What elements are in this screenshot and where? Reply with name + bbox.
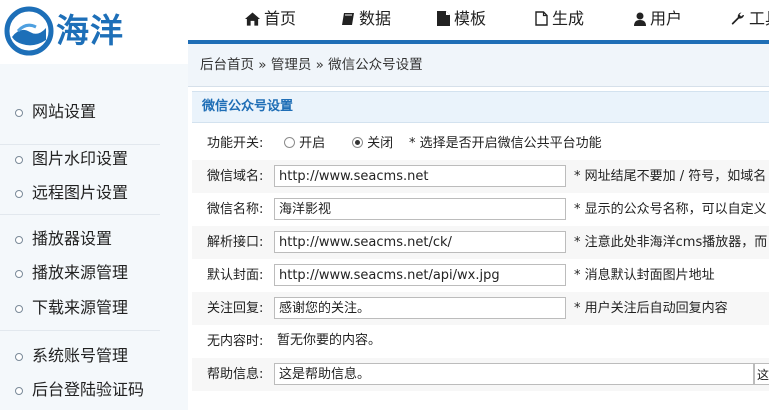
- user-icon: [634, 12, 646, 26]
- nav-item-label: 工具: [749, 9, 769, 28]
- wave-logo-icon: [4, 6, 54, 56]
- api-input[interactable]: http://www.seacms.net/ck/: [274, 231, 566, 253]
- home-icon: [245, 12, 260, 26]
- circle-bullet-icon: [15, 190, 23, 198]
- main-content: 微信公众号设置 功能开关: 开启 关闭 * 选择是否开启微信公共平台功能 微信域…: [188, 87, 769, 410]
- domain-input[interactable]: http://www.seacms.net: [274, 165, 566, 187]
- circle-bullet-icon: [15, 109, 23, 117]
- sidebar-item-play-sources[interactable]: 播放来源管理: [0, 257, 188, 289]
- help-label: 帮助信息:: [207, 367, 264, 382]
- nav-item-label: 用户: [650, 9, 683, 28]
- nav-item-generate[interactable]: 生成: [535, 0, 584, 40]
- section-header: 微信公众号设置: [192, 91, 769, 123]
- radio-off[interactable]: 关闭: [352, 127, 393, 160]
- form-row-switch: 功能开关: 开启 关闭 * 选择是否开启微信公共平台功能: [192, 127, 769, 160]
- circle-bullet-icon: [15, 236, 23, 244]
- follow-reply-label: 关注回复:: [207, 301, 264, 316]
- logo[interactable]: 海洋: [0, 0, 188, 64]
- book-icon: [342, 13, 354, 25]
- sidebar-item-remote-images[interactable]: 远程图片设置: [0, 177, 188, 209]
- nav-item-label: 生成: [552, 9, 585, 28]
- section-title: 微信公众号设置: [202, 99, 294, 114]
- help-input[interactable]: 这是帮助信息。: [274, 363, 754, 385]
- form-row-cover: 默认封面: http://www.seacms.net/api/wx.jpg *…: [192, 259, 769, 292]
- name-input[interactable]: 海洋影视: [274, 198, 566, 220]
- wrench-icon: [731, 12, 744, 25]
- document-outline-icon: [535, 11, 548, 26]
- nav-item-template[interactable]: 模板: [437, 0, 486, 40]
- circle-bullet-icon: [15, 305, 23, 313]
- sidebar-divider: [0, 330, 160, 331]
- follow-reply-input[interactable]: 感谢您的关注。: [274, 297, 566, 319]
- breadcrumb-bar: 后台首页 » 管理员 » 微信公众号设置: [188, 44, 769, 87]
- no-content-input[interactable]: 暂无你要的内容。: [274, 330, 566, 352]
- sidebar-item-captcha[interactable]: 后台登陆验证码: [0, 374, 188, 406]
- domain-label: 微信域名:: [207, 169, 264, 184]
- nav-item-users[interactable]: 用户: [634, 0, 682, 40]
- sidebar-item-download-sources[interactable]: 下载来源管理: [0, 292, 188, 324]
- no-content-label: 无内容时:: [207, 334, 264, 349]
- name-label: 微信名称:: [207, 202, 264, 217]
- switch-note: * 选择是否开启微信公共平台功能: [409, 136, 602, 151]
- sidebar: 网站设置 图片水印设置 远程图片设置 播放器设置 播放来源管理 下载来源管理 系…: [0, 64, 189, 410]
- breadcrumb: 后台首页 » 管理员 » 微信公众号设置: [200, 57, 423, 73]
- api-note: * 注意此处非海洋cms播放器，而: [574, 235, 768, 250]
- nav-item-label: 数据: [359, 9, 392, 28]
- form-row-follow-reply: 关注回复: 感谢您的关注。 * 用户关注后自动回复内容: [192, 292, 769, 325]
- form-row-no-content: 无内容时: 暂无你要的内容。: [192, 325, 769, 358]
- cover-label: 默认封面:: [207, 268, 264, 283]
- sidebar-item-accounts[interactable]: 系统账号管理: [0, 340, 188, 372]
- form-row-help: 帮助信息: 这是帮助信息。 这: [192, 358, 769, 391]
- domain-note: * 网址结尾不要加 / 符号，如域名: [574, 169, 767, 184]
- circle-bullet-icon: [15, 387, 23, 395]
- sidebar-item-watermark[interactable]: 图片水印设置: [0, 143, 188, 175]
- name-note: * 显示的公众号名称，可以自定义: [574, 202, 767, 217]
- sidebar-item-player[interactable]: 播放器设置: [0, 223, 188, 255]
- follow-reply-note: * 用户关注后自动回复内容: [574, 301, 728, 316]
- sidebar-divider: [0, 214, 160, 215]
- radio-button-checked-icon[interactable]: [352, 137, 363, 148]
- nav-item-label: 首页: [264, 9, 297, 28]
- cover-input[interactable]: http://www.seacms.net/api/wx.jpg: [274, 264, 566, 286]
- form-row-name: 微信名称: 海洋影视 * 显示的公众号名称，可以自定义: [192, 193, 769, 226]
- form-row-domain: 微信域名: http://www.seacms.net * 网址结尾不要加 / …: [192, 160, 769, 193]
- radio-on[interactable]: 开启: [284, 127, 325, 160]
- api-label: 解析接口:: [207, 235, 264, 250]
- nav-item-data[interactable]: 数据: [341, 0, 391, 40]
- radio-button-icon[interactable]: [284, 137, 295, 148]
- circle-bullet-icon: [15, 270, 23, 278]
- sidebar-item-site-settings[interactable]: 网站设置: [0, 96, 188, 128]
- circle-bullet-icon: [15, 156, 23, 164]
- top-nav: 首页 数据 模板 生成 用户 工具: [188, 0, 769, 40]
- nav-item-tools[interactable]: 工具: [731, 0, 769, 40]
- switch-label: 功能开关:: [207, 136, 264, 151]
- cover-note: * 消息默认封面图片地址: [574, 268, 715, 283]
- form-row-api: 解析接口: http://www.seacms.net/ck/ * 注意此处非海…: [192, 226, 769, 259]
- circle-bullet-icon: [15, 353, 23, 361]
- logo-text: 海洋: [56, 11, 124, 50]
- nav-item-home[interactable]: 首页: [245, 0, 296, 40]
- file-icon: [437, 11, 450, 26]
- nav-item-label: 模板: [454, 9, 487, 28]
- help-extra-input[interactable]: 这: [754, 363, 769, 385]
